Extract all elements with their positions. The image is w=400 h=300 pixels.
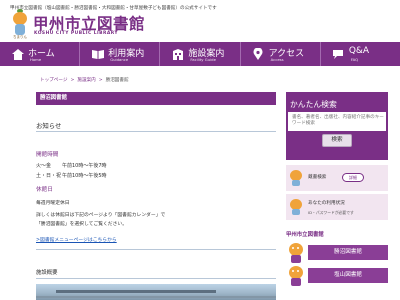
nav-home-sub: Home	[30, 57, 42, 62]
mascot-icon	[290, 199, 302, 215]
nav-home[interactable]: ホーム Home	[0, 42, 79, 66]
site-subtitle: KOSHU CITY PUBLIC LIBRARY	[34, 31, 119, 36]
nav-facility[interactable]: 施設案内 Facility Guide	[159, 42, 239, 66]
home-icon	[11, 48, 24, 60]
divider	[36, 131, 276, 132]
breadcrumb-separator: >	[70, 78, 75, 83]
nav-facility-sub: Facility Guide	[190, 57, 216, 62]
library-list-title: 甲州市立図書館	[286, 232, 324, 238]
divider	[36, 278, 276, 279]
hours-time: 午前10時～午後7時	[62, 163, 107, 169]
nav-faq[interactable]: Q&A FAQ	[319, 42, 400, 66]
holiday-text: 詳しくは休館日は下記のページより「図書館カレンダー」で	[36, 213, 166, 218]
card-label: あなたの利用状況	[308, 201, 345, 206]
card-label: 蔵書検索	[308, 175, 327, 180]
main-nav: ホーム Home 利用案内 Guidance 施設案内 Facility Gui…	[0, 42, 400, 66]
hours-days: 土・日・祝	[36, 173, 62, 179]
mascot-name: ちまりん	[13, 35, 27, 39]
holiday-text: 「勝沼図書館」を選択してご覧ください。	[36, 222, 127, 227]
search-input[interactable]: 書名、著者名、出版社、内容紹介記事のキーワード検索	[288, 112, 386, 131]
catalog-search-card[interactable]: 蔵書検索 詳細	[286, 165, 388, 191]
map-pin-icon	[252, 48, 265, 60]
chat-icon	[332, 48, 345, 60]
search-placeholder: 書名、著者名、出版社、内容紹介記事のキーワード検索	[292, 115, 384, 127]
breadcrumb: トップページ > 施設案内 > 勝沼図書館	[40, 77, 129, 83]
search-title: かんたん検索	[290, 100, 337, 109]
hours-days: 火～金	[36, 163, 52, 169]
nav-guidance[interactable]: 利用案内 Guidance	[79, 42, 159, 66]
library-photo	[36, 284, 276, 300]
library-button-katsunuma[interactable]: 勝沼図書館	[308, 245, 388, 260]
hours-row: 土・日・祝 午前10時～午後5時	[36, 172, 107, 179]
nav-access[interactable]: アクセス Access	[239, 42, 320, 66]
breadcrumb-separator: >	[98, 78, 103, 83]
nav-faq-sub: FAQ	[350, 57, 359, 62]
mascot-icon	[290, 170, 302, 186]
mascot-logo[interactable]: ちまりん	[12, 9, 28, 41]
site-notice: 甲州市立図書館（塩山図書館・勝沼図書館・大和図書館・甘草屋敷子ども図書館）の公式…	[10, 6, 217, 11]
overview-heading: 施設概要	[36, 270, 58, 276]
user-status-card[interactable]: あなたの利用状況 ID・パスワードが必要です	[286, 194, 388, 220]
library-button-enzan[interactable]: 塩山図書館	[308, 268, 388, 283]
page-title: 勝沼図書館	[36, 92, 276, 105]
nav-access-sub: Access	[270, 57, 284, 62]
breadcrumb-facility[interactable]: 施設案内	[77, 78, 95, 83]
hours-heading: 開館時間	[36, 152, 59, 158]
library-menu-link[interactable]: >図書館メニューページはこちらから	[36, 236, 117, 243]
book-icon	[91, 48, 104, 60]
hours-row: 火～金 午前10時～午後7時	[36, 162, 107, 169]
holiday-heading: 休館日	[36, 187, 53, 193]
detail-button[interactable]: 詳細	[342, 173, 364, 182]
divider	[36, 249, 276, 250]
mascot-icon	[288, 243, 304, 263]
hours-time: 午前10時～午後5時	[62, 173, 107, 179]
holiday-text: 毎週月曜定休日	[36, 201, 70, 206]
search-button[interactable]: 検索	[322, 134, 352, 147]
breadcrumb-home[interactable]: トップページ	[40, 78, 67, 83]
quick-search-panel: かんたん検索 書名、著者名、出版社、内容紹介記事のキーワード検索 検索	[286, 92, 388, 160]
nav-faq-label: Q&A	[348, 46, 370, 56]
nav-guidance-sub: Guidance	[110, 57, 129, 62]
card-sub: ID・パスワードが必要です	[308, 210, 354, 215]
building-icon	[171, 48, 184, 60]
notice-heading: お知らせ	[36, 122, 62, 130]
breadcrumb-current: 勝沼図書館	[105, 78, 129, 83]
mascot-icon	[288, 266, 304, 286]
